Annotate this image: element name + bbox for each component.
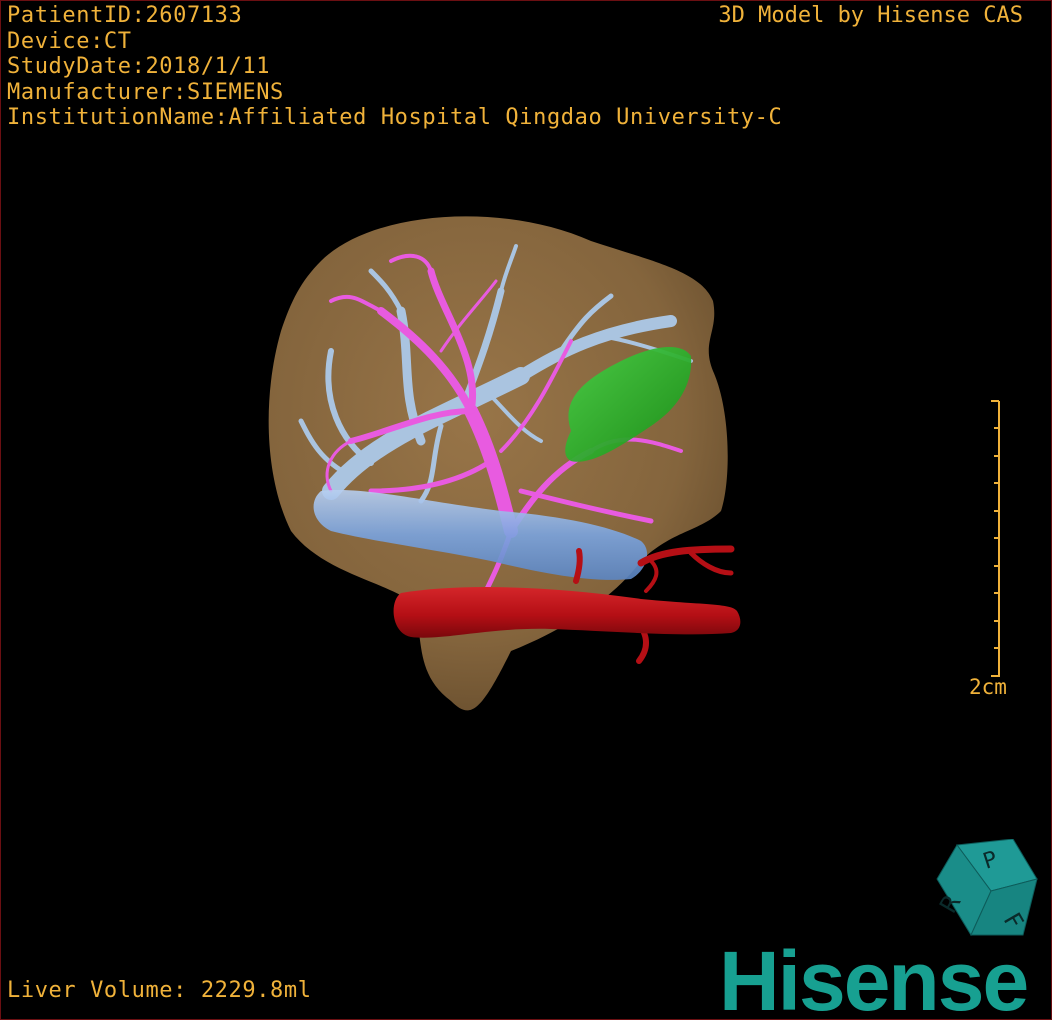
3d-viewport[interactable]: PatientID:2607133 Device:CT StudyDate:20… <box>0 0 1052 1020</box>
study-date-text: StudyDate:2018/1/11 <box>7 54 271 79</box>
institution-text: InstitutionName:Affiliated Hospital Qing… <box>7 105 783 130</box>
patient-id-text: PatientID:2607133 <box>7 3 243 28</box>
scale-bar-label: 2cm <box>969 675 1007 699</box>
manufacturer-text: Manufacturer:SIEMENS <box>7 79 284 105</box>
hisense-logo: Hisense <box>719 934 1029 1020</box>
device-text: Device:CT <box>7 28 132 54</box>
liver-volume-text: Liver Volume: 2229.8ml <box>7 978 312 1003</box>
aorta <box>393 587 741 638</box>
scale-bar <box>991 400 1000 677</box>
dicom-info-block: PatientID:2607133 Device:CT StudyDate:20… <box>7 3 782 131</box>
model-credit-text: 3D Model by Hisense CAS <box>718 3 1023 28</box>
liver-3d-model[interactable] <box>261 201 761 721</box>
